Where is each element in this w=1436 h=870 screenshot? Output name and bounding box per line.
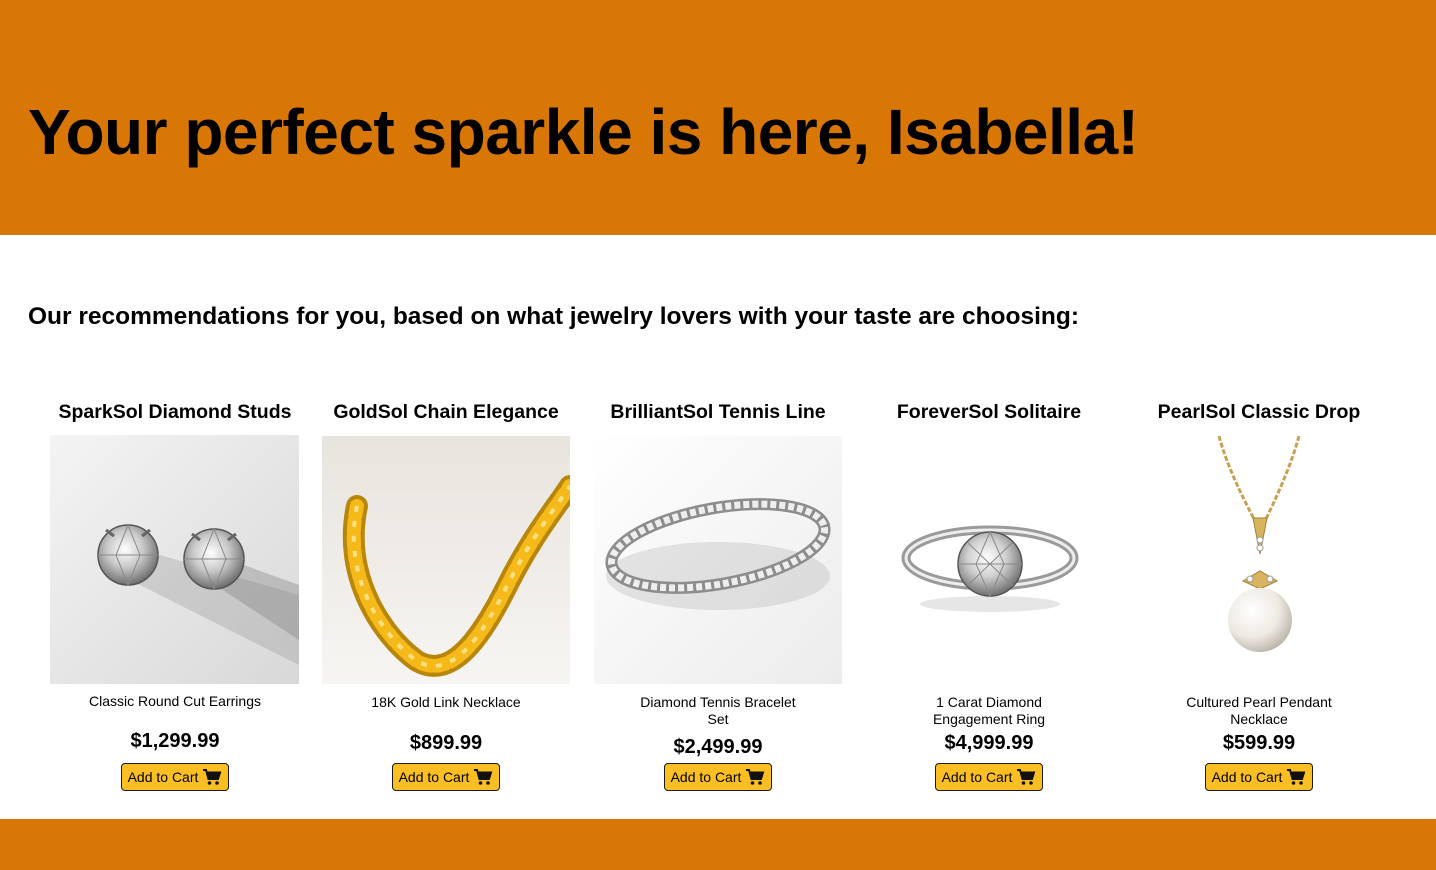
gold-chain-necklace-image[interactable] (322, 436, 570, 684)
solitaire-ring-image[interactable] (866, 436, 1114, 684)
recommendations-heading: Our recommendations for you, based on wh… (28, 303, 1080, 330)
add-to-cart-label: Add to Cart (127, 769, 199, 785)
cart-icon (474, 769, 493, 785)
add-to-cart-label: Add to Cart (941, 769, 1013, 785)
product-card: ForeverSol Solitaire 1 Carat Diamond Eng… (839, 396, 1139, 806)
add-to-cart-button[interactable]: Add to Cart (935, 763, 1043, 791)
add-to-cart-button[interactable]: Add to Cart (1205, 763, 1313, 791)
add-to-cart-button[interactable]: Add to Cart (392, 763, 500, 791)
add-to-cart-label: Add to Cart (1211, 769, 1283, 785)
page-title: Your perfect sparkle is here, Isabella! (28, 96, 1139, 168)
product-card: PearlSol Classic Drop Cultured Pearl Pen… (1109, 396, 1409, 806)
product-price: $1,299.99 (130, 730, 220, 752)
product-name: GoldSol Chain Elegance (333, 401, 559, 423)
product-price: $4,999.99 (944, 732, 1034, 754)
product-name: ForeverSol Solitaire (896, 401, 1082, 423)
product-price: $899.99 (409, 732, 483, 754)
footer-banner (0, 819, 1436, 870)
product-description: 18K Gold Link Necklace (371, 694, 521, 710)
product-card: SparkSol Diamond Studs Classic Round Cut… (25, 396, 325, 806)
add-to-cart-label: Add to Cart (670, 769, 742, 785)
product-name: SparkSol Diamond Studs (58, 401, 292, 423)
diamond-stud-earrings-image[interactable] (50, 435, 299, 684)
product-description: 1 Carat Diamond Engagement Ring (932, 694, 1046, 727)
product-description: Diamond Tennis Bracelet Set (640, 694, 796, 727)
product-card: GoldSol Chain Elegance 18K Gold Link Nec… (296, 396, 596, 806)
add-to-cart-button[interactable]: Add to Cart (664, 763, 772, 791)
pearl-pendant-image[interactable] (1137, 436, 1385, 684)
cart-icon (746, 769, 765, 785)
product-name: PearlSol Classic Drop (1157, 401, 1361, 423)
product-description: Cultured Pearl Pendant Necklace (1186, 694, 1332, 727)
product-name: BrilliantSol Tennis Line (610, 401, 826, 423)
cart-icon (203, 769, 222, 785)
add-to-cart-button[interactable]: Add to Cart (121, 763, 229, 791)
product-price: $599.99 (1222, 732, 1296, 754)
cart-icon (1287, 769, 1306, 785)
add-to-cart-label: Add to Cart (398, 769, 470, 785)
top-banner: Your perfect sparkle is here, Isabella! (0, 0, 1436, 235)
cart-icon (1017, 769, 1036, 785)
product-card: BrilliantSol Tennis Line Diamond Tennis … (568, 396, 868, 806)
product-price: $2,499.99 (673, 736, 763, 758)
tennis-bracelet-image[interactable] (594, 436, 842, 684)
product-description: Classic Round Cut Earrings (89, 693, 261, 709)
